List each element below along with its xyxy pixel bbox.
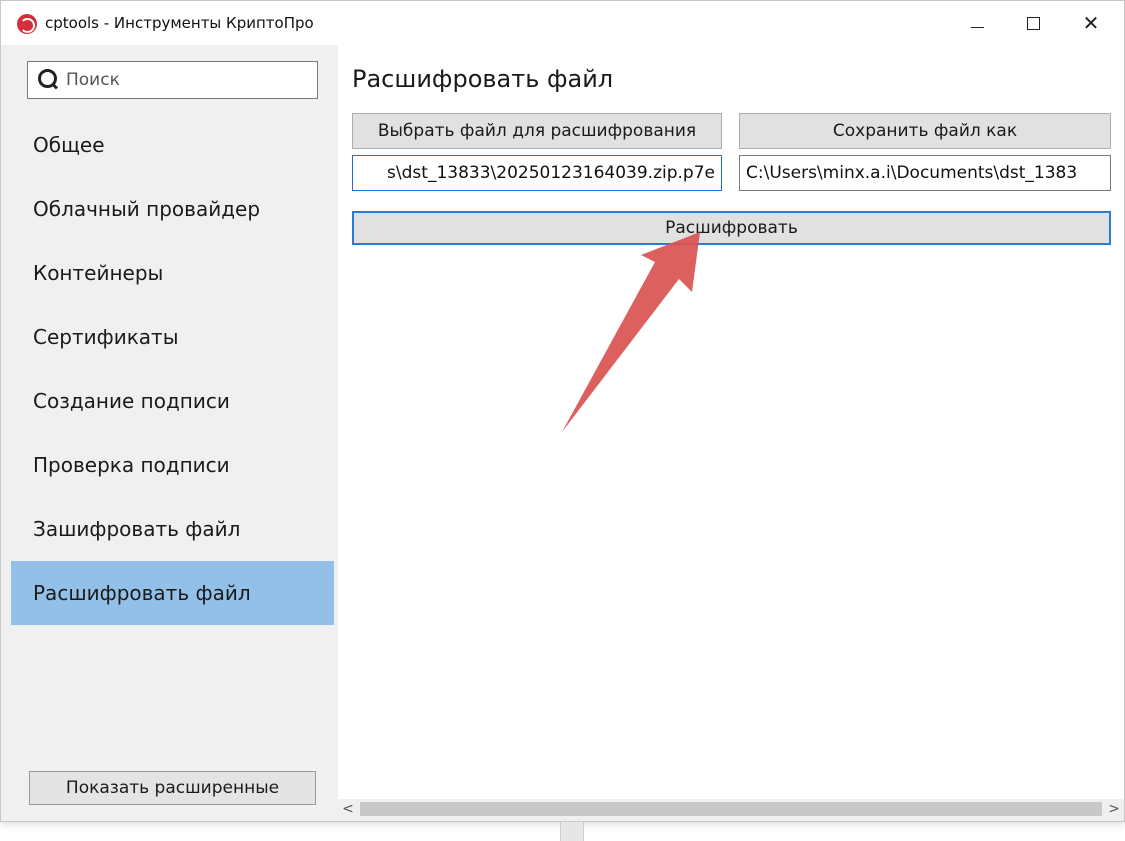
sidebar-item-general[interactable]: Общее (11, 113, 334, 177)
search-box[interactable] (27, 61, 318, 99)
minimize-button[interactable] (949, 1, 1005, 45)
horizontal-scrollbar[interactable]: < > (338, 799, 1124, 819)
background-window-edge (560, 822, 584, 841)
sidebar-item-encrypt-file[interactable]: Зашифровать файл (11, 497, 334, 561)
maximize-button[interactable] (1005, 1, 1061, 45)
window-title: cptools - Инструменты КриптоПро (45, 14, 314, 32)
scroll-left-arrow-icon[interactable]: < (338, 799, 358, 819)
sidebar-item-certificates[interactable]: Сертификаты (11, 305, 334, 369)
input-file-path-field[interactable]: s\dst_13833\20250123164039.zip.p7e (352, 155, 722, 191)
scroll-right-arrow-icon[interactable]: > (1104, 799, 1124, 819)
sidebar-item-create-signature[interactable]: Создание подписи (11, 369, 334, 433)
save-as-button[interactable]: Сохранить файл как (739, 113, 1111, 149)
show-advanced-button[interactable]: Показать расширенные (29, 771, 316, 805)
title-bar: cptools - Инструменты КриптоПро ✕ (1, 1, 1124, 45)
search-icon (36, 67, 62, 93)
maximize-icon (1026, 16, 1040, 30)
output-file-path-field[interactable]: C:\Users\minx.a.i\Documents\dst_1383 (739, 155, 1111, 191)
scrollbar-thumb[interactable] (360, 802, 1102, 816)
page-title: Расшифровать файл (352, 65, 614, 93)
sidebar-item-verify-signature[interactable]: Проверка подписи (11, 433, 334, 497)
close-button[interactable]: ✕ (1063, 1, 1119, 45)
minimize-icon (970, 26, 984, 28)
select-file-button[interactable]: Выбрать файл для расшифрования (352, 113, 722, 149)
sidebar-item-decrypt-file[interactable]: Расшифровать файл (11, 561, 334, 625)
close-icon: ✕ (1082, 11, 1100, 35)
sidebar-nav: Общее Облачный провайдер Контейнеры Серт… (11, 113, 334, 625)
decrypt-button[interactable]: Расшифровать (352, 211, 1111, 245)
app-window: cptools - Инструменты КриптоПро ✕ Общее … (0, 0, 1125, 822)
output-file-path-value: C:\Users\minx.a.i\Documents\dst_1383 (746, 163, 1078, 183)
input-file-path-value: s\dst_13833\20250123164039.zip.p7e (387, 163, 715, 183)
sidebar-item-cloud-provider[interactable]: Облачный провайдер (11, 177, 334, 241)
sidebar: Общее Облачный провайдер Контейнеры Серт… (11, 45, 334, 819)
search-input[interactable] (66, 70, 306, 90)
sidebar-item-containers[interactable]: Контейнеры (11, 241, 334, 305)
cryptopro-logo-icon (17, 14, 37, 34)
main-panel: Расшифровать файл Выбрать файл для расши… (338, 45, 1124, 819)
